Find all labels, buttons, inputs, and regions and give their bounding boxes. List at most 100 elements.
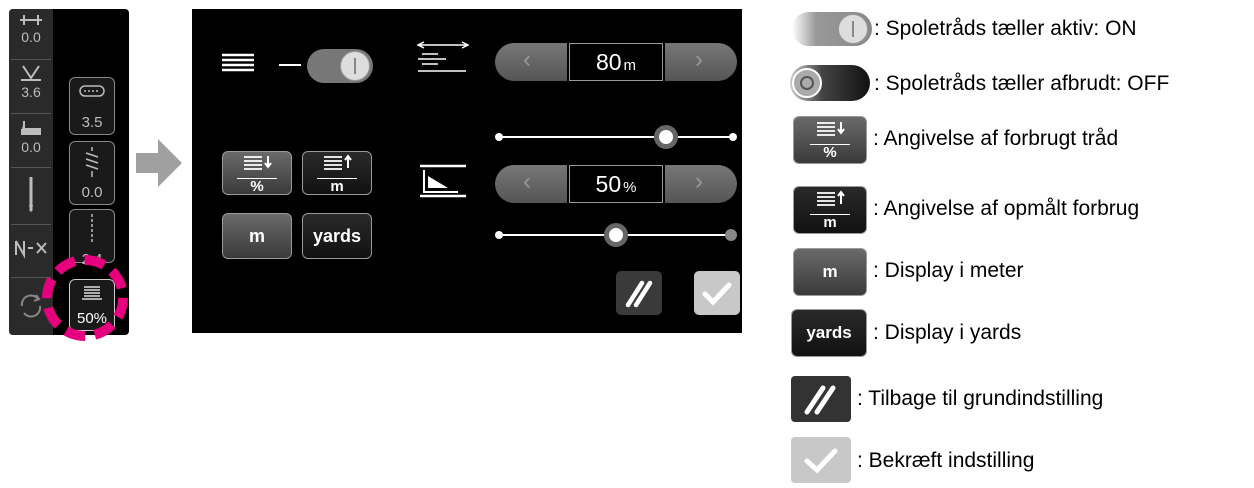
legend-meter-label: m xyxy=(822,262,838,281)
length-slider[interactable] xyxy=(495,125,737,149)
thread-tension-value: 0.0 xyxy=(21,29,41,45)
stitch-length-value: 3.5 xyxy=(81,114,103,131)
presser-foot-value: 0.0 xyxy=(21,139,41,155)
reset-icon xyxy=(625,280,653,308)
thread-tension-icon xyxy=(20,15,42,25)
percent-label: % xyxy=(250,178,264,195)
toggle-knob xyxy=(838,14,868,44)
confirm-check-icon xyxy=(702,282,732,306)
legend-toggle-on-icon xyxy=(792,12,872,46)
straight-stitch-icon xyxy=(91,214,93,244)
sidebar-divider xyxy=(11,113,51,114)
sidebar-thread-cutter[interactable] xyxy=(11,237,51,262)
consumed-thread-percent-button[interactable]: % xyxy=(222,151,292,195)
legend-text-yards: : Display i yards xyxy=(873,321,1022,344)
percent-slider-min xyxy=(495,231,503,239)
stitch-density-button[interactable]: 0.0 xyxy=(69,141,115,205)
sidebar-divider xyxy=(11,167,51,168)
percent-increase-button[interactable]: › xyxy=(665,165,737,203)
legend-text-meter: : Display i meter xyxy=(873,259,1024,282)
counter-toggle[interactable] xyxy=(307,49,373,83)
percent-value-display: 50% xyxy=(569,165,663,203)
stitch-width-value: 3.6 xyxy=(21,84,41,100)
legend-confirm-icon xyxy=(791,437,851,483)
reset-icon xyxy=(804,385,836,415)
percent-slider-knob[interactable] xyxy=(604,223,628,247)
length-increase-button[interactable]: › xyxy=(665,43,737,81)
toggle-knob-mark xyxy=(354,58,356,74)
length-unit: m xyxy=(623,57,637,74)
thread-length-icon xyxy=(416,41,470,72)
presser-foot-icon xyxy=(21,121,41,135)
stitch-density-value: 0.0 xyxy=(81,184,103,201)
length-slider-min xyxy=(495,133,503,141)
toggle-knob-mark xyxy=(800,76,814,90)
sidebar-presser-foot: 0.0 xyxy=(11,119,51,154)
sidebar-divider xyxy=(11,277,51,278)
toggle-connector xyxy=(279,64,301,66)
percent-slider[interactable] xyxy=(495,223,737,247)
meter-measure-label: m xyxy=(823,214,837,231)
confirm-button[interactable] xyxy=(694,271,740,315)
legend-thread-consumption-percent-icon: % xyxy=(793,116,867,164)
stitch-width-icon xyxy=(21,65,41,81)
highlight-ring xyxy=(42,255,128,341)
sidebar-needle xyxy=(11,175,51,218)
yards-unit-label: yards xyxy=(312,226,362,246)
length-stepper: ‹ 80 m › xyxy=(495,43,737,81)
reset-button[interactable] xyxy=(616,271,662,315)
length-value-display: 80 m xyxy=(569,43,663,81)
stitch-length-button[interactable]: 3.5 xyxy=(69,77,115,135)
chevron-right-icon: › xyxy=(695,168,703,195)
legend-text-reset: : Tilbage til grundindstilling xyxy=(857,387,1104,410)
bobbin-counter-panel: % m m yards ‹ 80 m › ‹ 50 % › xyxy=(192,9,742,333)
legend-meter-button-icon: m xyxy=(793,248,867,296)
toggle-knob xyxy=(340,51,370,81)
percent-decrease-button[interactable]: ‹ xyxy=(495,165,567,203)
sidebar-divider xyxy=(11,224,51,225)
legend-reset-icon xyxy=(791,376,851,422)
length-slider-knob[interactable] xyxy=(654,125,678,149)
legend-yards-label: yards xyxy=(806,323,852,342)
sidebar-thread-tension: 0.0 xyxy=(11,13,51,44)
measured-consumption-meter-button[interactable]: m xyxy=(302,151,372,195)
right-arrow-icon xyxy=(136,139,182,187)
bobbin-level-icon xyxy=(420,164,466,198)
toggle-knob xyxy=(792,68,822,98)
legend-text-measured-consumption: : Angivelse af opmålt forbrug xyxy=(873,197,1140,220)
chevron-right-icon: › xyxy=(695,46,703,73)
confirm-check-icon xyxy=(804,448,838,474)
thread-down-arrow-icon xyxy=(817,122,845,136)
legend-toggle-off-icon xyxy=(790,65,870,101)
legend-yards-button-icon: yards xyxy=(791,309,867,357)
length-decrease-button[interactable]: ‹ xyxy=(495,43,567,81)
meter-measure-label: m xyxy=(330,178,344,195)
length-slider-track xyxy=(497,136,735,138)
needle-icon xyxy=(29,177,33,213)
percent-unit: % xyxy=(623,179,637,196)
stitch-length-icon xyxy=(79,85,105,97)
meter-unit-button[interactable]: m xyxy=(222,213,292,259)
legend-text-toggle-off: : Spoletråds tæller afbrudt: OFF xyxy=(874,72,1170,95)
chevron-left-icon: ‹ xyxy=(523,168,531,195)
length-value: 80 xyxy=(595,49,622,75)
legend-thread-measured-meter-icon: m xyxy=(793,186,867,234)
sidebar-divider xyxy=(11,59,51,60)
percent-slider-max xyxy=(725,229,737,241)
legend-text-confirm: : Bekræft indstilling xyxy=(857,449,1035,472)
meter-unit-label: m xyxy=(248,226,265,246)
thread-up-arrow-icon xyxy=(817,190,845,206)
percent-label: % xyxy=(823,144,837,161)
percent-stepper: ‹ 50% › xyxy=(495,165,737,203)
toggle-knob-mark xyxy=(852,21,854,37)
thread-up-arrow-icon xyxy=(324,154,352,170)
bobbin-thread-icon xyxy=(222,53,254,72)
chevron-left-icon: ‹ xyxy=(523,46,531,73)
thread-cutter-icon xyxy=(15,240,47,259)
percent-value: 50 xyxy=(595,171,622,197)
yards-unit-button[interactable]: yards xyxy=(302,213,372,259)
thread-down-arrow-icon xyxy=(244,156,272,170)
legend-text-toggle-on: : Spoletråds tæller aktiv: ON xyxy=(874,17,1137,40)
legend-text-consumed-thread: : Angivelse af forbrugt tråd xyxy=(873,127,1119,150)
length-slider-max xyxy=(729,133,737,141)
